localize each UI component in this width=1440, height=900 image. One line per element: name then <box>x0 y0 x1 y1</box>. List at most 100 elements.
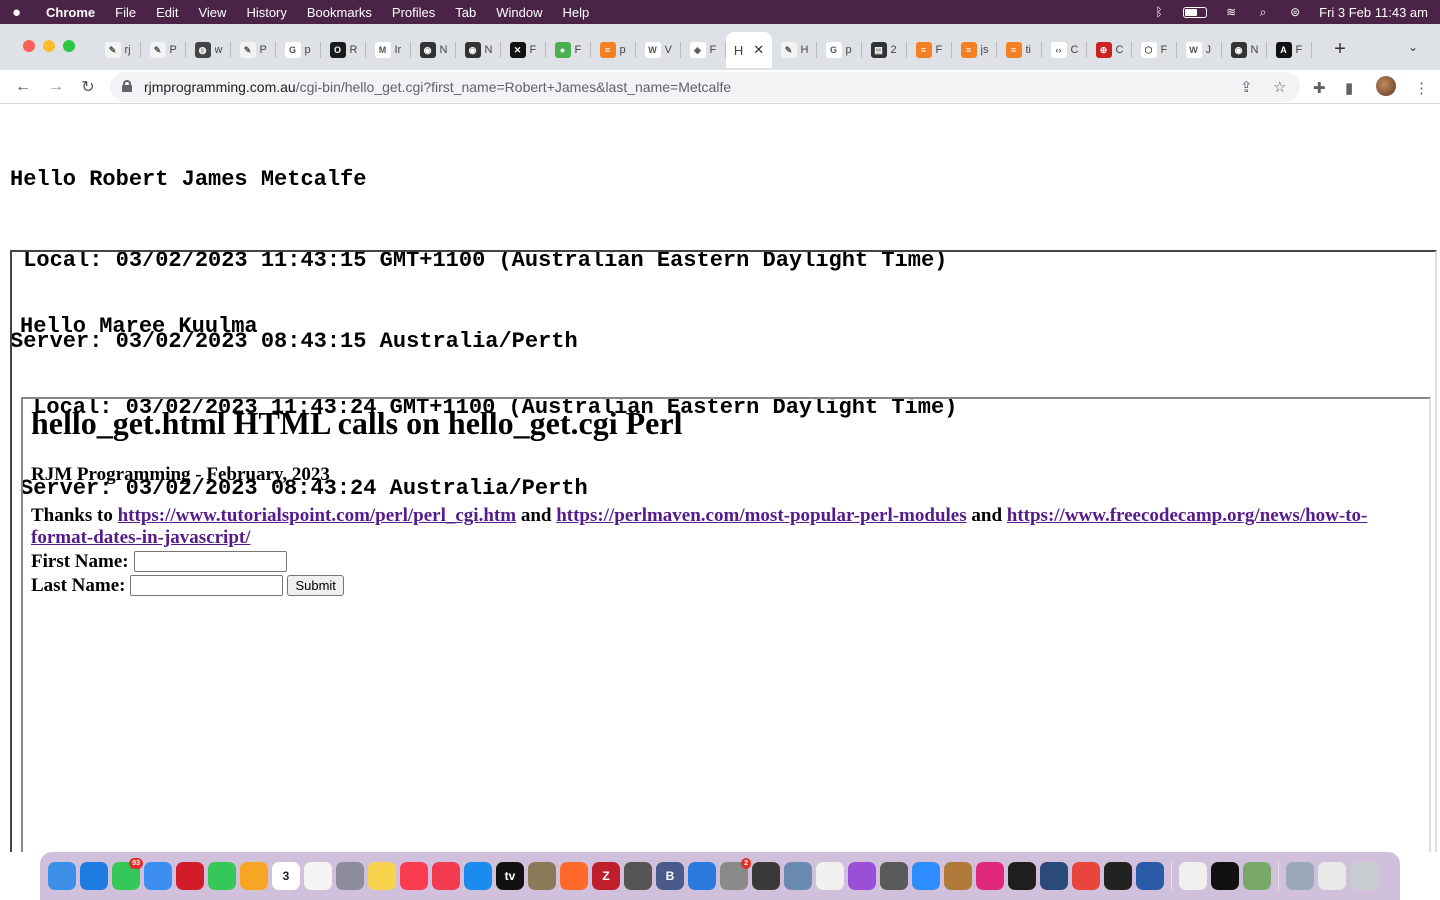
tab-active[interactable]: H ✕ <box>726 32 772 68</box>
photos-icon[interactable] <box>240 862 268 890</box>
mail-icon[interactable] <box>144 862 172 890</box>
last-name-input[interactable] <box>130 575 284 596</box>
address-bar[interactable]: rjmprogramming.com.au/cgi-bin/hello_get.… <box>110 72 1300 102</box>
spotlight-search-icon[interactable]: ⌕ <box>1255 5 1271 19</box>
affinity-icon[interactable] <box>1136 862 1164 890</box>
tutorialspoint-link[interactable]: https://www.tutorialspoint.com/perl/perl… <box>118 505 516 526</box>
tab[interactable]: ≡ ti <box>997 32 1042 68</box>
menu-profiles[interactable]: Profiles <box>392 5 435 20</box>
apple-icon[interactable]: ● <box>12 4 28 21</box>
menu-edit[interactable]: Edit <box>156 5 178 20</box>
tab[interactable]: M Ir <box>366 32 411 68</box>
reminders-icon[interactable] <box>304 862 332 890</box>
quicktime-icon[interactable] <box>1040 862 1068 890</box>
terminal-icon[interactable] <box>1211 862 1239 890</box>
share-icon[interactable]: ⇪ <box>1240 78 1253 96</box>
tab[interactable]: ◉ N <box>1222 32 1267 68</box>
zoom-icon[interactable] <box>912 862 940 890</box>
filezilla-icon[interactable]: Z <box>592 862 620 890</box>
tab[interactable]: ◉ N <box>411 32 456 68</box>
tab[interactable]: ◉ N <box>456 32 501 68</box>
inkscape-icon[interactable] <box>1104 862 1132 890</box>
music-icon[interactable] <box>400 862 428 890</box>
textedit-icon[interactable] <box>1179 862 1207 890</box>
tab[interactable]: AF <box>1267 32 1312 68</box>
tab[interactable]: Gp <box>817 32 862 68</box>
elephant-icon[interactable] <box>752 862 780 890</box>
news-icon[interactable] <box>432 862 460 890</box>
document-icon[interactable] <box>816 862 844 890</box>
tab[interactable]: ● F <box>546 32 591 68</box>
menu-view[interactable]: View <box>198 5 226 20</box>
profile-avatar[interactable] <box>1376 76 1396 96</box>
menu-history[interactable]: History <box>246 5 286 20</box>
notes-icon[interactable] <box>368 862 396 890</box>
extensions-puzzle-icon[interactable]: ✚ <box>1313 79 1326 97</box>
side-panel-icon[interactable]: ▮ <box>1345 79 1353 97</box>
gimp-icon[interactable] <box>528 862 556 890</box>
first-name-input[interactable] <box>133 551 287 572</box>
menu-file[interactable]: File <box>115 5 136 20</box>
tab[interactable]: ◍ w <box>186 32 231 68</box>
tab[interactable]: ≡ p <box>591 32 636 68</box>
tab[interactable]: ◈ F <box>681 32 726 68</box>
chrome-icon[interactable] <box>1072 862 1100 890</box>
zoom-window-button[interactable] <box>63 40 75 52</box>
xcode-icon[interactable] <box>688 862 716 890</box>
preview-app-icon[interactable] <box>1243 862 1271 890</box>
intellij-icon[interactable] <box>976 862 1004 890</box>
facetime-icon[interactable] <box>208 862 236 890</box>
menu-tab[interactable]: Tab <box>455 5 476 20</box>
firefox-icon[interactable] <box>560 862 588 890</box>
tab[interactable]: ‹› C <box>1042 32 1087 68</box>
new-tab-button[interactable]: + <box>1330 38 1350 61</box>
address-url[interactable]: rjmprogramming.com.au/cgi-bin/hello_get.… <box>144 79 731 95</box>
forward-button[interactable]: → <box>45 76 67 98</box>
appletv-icon[interactable]: tv <box>496 862 524 890</box>
menu-window[interactable]: Window <box>496 5 542 20</box>
perlmaven-link[interactable]: https://perlmaven.com/most-popular-perl-… <box>556 505 966 526</box>
downloads-folder-icon[interactable] <box>1286 862 1314 890</box>
safari-icon[interactable] <box>80 862 108 890</box>
terminal-icon[interactable] <box>1008 862 1036 890</box>
settings-icon[interactable]: 2 <box>720 858 751 890</box>
preview-icon[interactable] <box>784 862 812 890</box>
tab[interactable]: ▤ 2 <box>862 32 907 68</box>
trash-icon[interactable] <box>1350 862 1378 890</box>
files-stack-icon[interactable] <box>1318 862 1346 890</box>
tab[interactable]: ✎ P <box>231 32 276 68</box>
tab[interactable]: WJ <box>1177 32 1222 68</box>
minimize-window-button[interactable] <box>43 40 55 52</box>
tab[interactable]: ✎ rj <box>96 32 141 68</box>
battery-icon[interactable] <box>1183 6 1208 18</box>
books-icon[interactable] <box>944 862 972 890</box>
back-button[interactable]: ← <box>12 76 34 98</box>
control-center-icon[interactable]: ⊜ <box>1287 5 1303 19</box>
appstore-icon[interactable] <box>464 862 492 890</box>
tab[interactable]: ⬡ F <box>1132 32 1177 68</box>
menu-help[interactable]: Help <box>563 5 590 20</box>
more-menu-icon[interactable]: ⋮ <box>1414 79 1429 97</box>
bookmark-star-icon[interactable]: ☆ <box>1273 78 1286 96</box>
tab[interactable]: WV <box>636 32 681 68</box>
gimp-wilber-icon[interactable] <box>880 862 908 890</box>
close-tab-icon[interactable]: ✕ <box>753 42 764 58</box>
tab[interactable]: ✎ P <box>141 32 186 68</box>
tab[interactable]: ✕ F <box>501 32 546 68</box>
calculator-icon[interactable] <box>624 862 652 890</box>
bluetooth-icon[interactable]: ᛒ <box>1151 5 1167 19</box>
reload-button[interactable]: ↻ <box>77 76 99 98</box>
launchpad-icon[interactable] <box>336 862 364 890</box>
wifi-icon[interactable]: ≋ <box>1223 5 1239 19</box>
bbedit-icon[interactable]: B <box>656 862 684 890</box>
tab[interactable]: ≡ F <box>907 32 952 68</box>
lock-icon[interactable] <box>122 80 132 92</box>
tab-search-chevron-icon[interactable]: ⌄ <box>1408 40 1418 54</box>
menu-bookmarks[interactable]: Bookmarks <box>307 5 372 20</box>
close-window-button[interactable] <box>23 40 35 52</box>
submit-button[interactable]: Submit <box>287 575 344 596</box>
messages-icon[interactable]: 93 <box>112 858 143 890</box>
tab[interactable]: OR <box>321 32 366 68</box>
menu-app-name[interactable]: Chrome <box>46 5 95 20</box>
finder-icon[interactable] <box>48 862 76 890</box>
